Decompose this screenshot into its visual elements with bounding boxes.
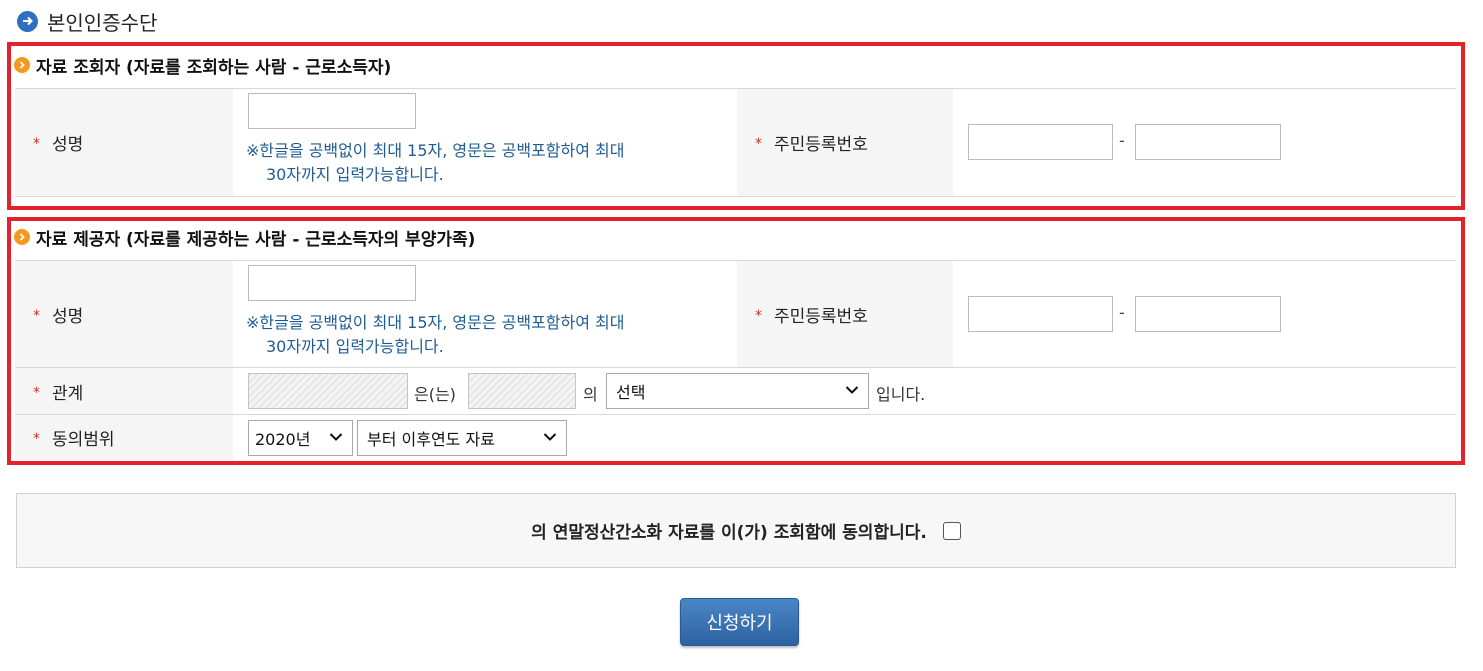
required-star-icon: * — [33, 307, 40, 324]
provider-name-input[interactable] — [248, 265, 416, 301]
viewer-name-hint-line2: 30자까지 입력가능합니다. — [266, 165, 444, 184]
viewer-name-cell: ※한글을 공백없이 최대 15자, 영문은 공백포함하여 최대 30자까지 입력… — [233, 89, 737, 196]
page-title: 본인인증수단 — [47, 10, 158, 35]
provider-name-hint-line2: 30자까지 입력가능합니다. — [266, 337, 444, 356]
viewer-row: * 성명 ※한글을 공백없이 최대 15자, 영문은 공백포함하여 최대 30자… — [15, 88, 1456, 197]
viewer-name-hint-line1: ※한글을 공백없이 최대 15자, 영문은 공백포함하여 최대 — [246, 141, 625, 160]
provider-name-readonly-field — [468, 373, 576, 409]
viewer-name-readonly-field — [248, 373, 408, 409]
provider-rrn-label-cell: * 주민등록번호 — [737, 261, 953, 368]
provider-name-cell: ※한글을 공백없이 최대 15자, 영문은 공백포함하여 최대 30자까지 입력… — [233, 261, 737, 368]
required-star-icon: * — [33, 384, 40, 401]
submit-button[interactable]: 신청하기 — [680, 598, 799, 646]
rrn-dash: - — [1119, 303, 1125, 322]
relation-label: 관계 — [52, 384, 84, 404]
provider-section-title: 자료 제공자 (자료를 제공하는 사람 - 근로소득자의 부양가족) — [36, 229, 476, 250]
provider-name-hint-line1: ※한글을 공백없이 최대 15자, 영문은 공백포함하여 최대 — [246, 313, 625, 332]
chevron-down-icon — [543, 433, 557, 441]
relation-word-eun: 은(는) — [414, 385, 456, 404]
viewer-rrn-cell: - — [953, 89, 1456, 196]
consent-range-label-cell: * 동의범위 — [15, 415, 233, 460]
consent-range-label: 동의범위 — [52, 430, 115, 450]
chevron-down-icon — [845, 386, 859, 394]
provider-rrn-label: 주민등록번호 — [774, 307, 868, 327]
year-select[interactable]: 2020년 — [248, 420, 353, 456]
viewer-section-header: 자료 조회자 (자료를 조회하는 사람 - 근로소득자) — [14, 54, 392, 78]
relation-word-ui: 의 — [583, 385, 598, 404]
relation-cell: 은(는) 의 선택 입니다. — [233, 368, 1456, 415]
viewer-rrn-back-input[interactable] — [1135, 124, 1281, 160]
consent-range-row: * 동의범위 2020년 부터 이후연도 자료 — [15, 414, 1456, 460]
relation-select-value: 선택 — [616, 383, 646, 402]
viewer-name-label-cell: * 성명 — [15, 89, 233, 196]
required-star-icon: * — [33, 430, 40, 447]
consent-range-cell: 2020년 부터 이후연도 자료 — [233, 415, 1456, 460]
viewer-rrn-label: 주민등록번호 — [774, 135, 868, 155]
provider-row: * 성명 ※한글을 공백없이 최대 15자, 영문은 공백포함하여 최대 30자… — [15, 260, 1456, 368]
required-star-icon: * — [33, 135, 40, 152]
provider-rrn-cell: - — [953, 261, 1456, 368]
relation-label-cell: * 관계 — [15, 368, 233, 415]
agreement-text: 의 연말정산간소화 자료를 이(가) 조회함에 동의합니다. — [531, 523, 927, 543]
provider-rrn-front-input[interactable] — [968, 296, 1113, 332]
relation-suffix: 입니다. — [876, 385, 926, 404]
range-select[interactable]: 부터 이후연도 자료 — [357, 420, 567, 456]
viewer-rrn-label-cell: * 주민등록번호 — [737, 89, 953, 196]
viewer-rrn-front-input[interactable] — [968, 124, 1113, 160]
provider-name-label-cell: * 성명 — [15, 261, 233, 368]
agreement-checkbox[interactable] — [942, 521, 961, 540]
relation-select[interactable]: 선택 — [606, 373, 869, 409]
viewer-name-input[interactable] — [248, 93, 416, 129]
relation-row: * 관계 은(는) 의 선택 입니다. — [15, 367, 1456, 415]
required-star-icon: * — [755, 307, 762, 324]
chevron-down-icon — [329, 433, 343, 441]
year-select-value: 2020년 — [255, 430, 311, 449]
viewer-name-label: 성명 — [52, 135, 84, 155]
viewer-section-title: 자료 조회자 (자료를 조회하는 사람 - 근로소득자) — [36, 57, 392, 78]
viewer-name-hint: ※한글을 공백없이 최대 15자, 영문은 공백포함하여 최대 30자까지 입력… — [246, 139, 625, 187]
chevron-circle-icon — [14, 229, 30, 245]
agreement-box: 의 연말정산간소화 자료를 이(가) 조회함에 동의합니다. — [16, 493, 1456, 568]
rrn-dash: - — [1119, 131, 1125, 150]
provider-name-hint: ※한글을 공백없이 최대 15자, 영문은 공백포함하여 최대 30자까지 입력… — [246, 311, 625, 359]
range-select-value: 부터 이후연도 자료 — [367, 430, 495, 449]
chevron-circle-icon — [14, 57, 30, 73]
provider-section-header: 자료 제공자 (자료를 제공하는 사람 - 근로소득자의 부양가족) — [14, 226, 476, 250]
arrow-right-circle-icon — [17, 10, 38, 32]
provider-name-label: 성명 — [52, 307, 84, 327]
required-star-icon: * — [755, 135, 762, 152]
provider-rrn-back-input[interactable] — [1135, 296, 1281, 332]
page-title-row: 본인인증수단 — [17, 6, 157, 36]
